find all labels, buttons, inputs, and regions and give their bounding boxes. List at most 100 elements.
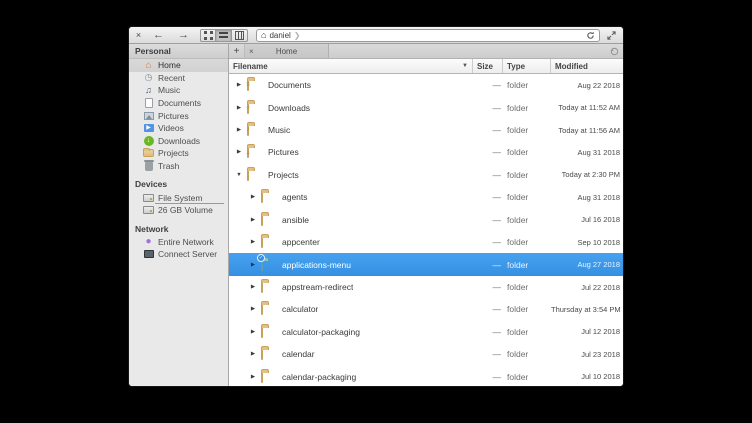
modified-value: Sep 10 2018 bbox=[551, 238, 623, 247]
table-row[interactable]: ▶ ansible — folder Jul 16 2018 bbox=[229, 209, 623, 231]
expander-icon[interactable]: ▶ bbox=[249, 329, 257, 335]
table-row[interactable]: ▶ calendar — folder Jul 23 2018 bbox=[229, 343, 623, 365]
filename-label: appstream-redirect bbox=[282, 282, 353, 292]
home-icon: ⌂ bbox=[143, 60, 154, 71]
tab-home[interactable]: × Home bbox=[245, 44, 329, 58]
table-row[interactable]: ▶ ✓ applications-menu — folder Aug 27 20… bbox=[229, 253, 623, 275]
table-row[interactable]: ▶ calculator — folder Thursday at 3:54 P… bbox=[229, 298, 623, 320]
expander-icon[interactable]: ▶ bbox=[235, 105, 243, 111]
column-view-icon[interactable] bbox=[232, 29, 248, 42]
column-header-modified[interactable]: Modified bbox=[551, 59, 623, 73]
table-row[interactable]: ▶ ○ Downloads — folder Today at 11:52 AM bbox=[229, 96, 623, 118]
expander-icon[interactable]: ▶ bbox=[249, 262, 257, 268]
expander-icon[interactable]: ▼ bbox=[235, 172, 243, 178]
filename-label: applications-menu bbox=[282, 260, 351, 270]
table-row[interactable]: ▶ ▵ Pictures — folder Aug 31 2018 bbox=[229, 141, 623, 163]
column-headers: Filename ▼ Size Type Modified bbox=[229, 59, 623, 74]
expander-icon[interactable]: ▶ bbox=[249, 217, 257, 223]
type-value: folder bbox=[503, 80, 551, 90]
sidebar-item-videos[interactable]: ▶ Videos bbox=[129, 122, 228, 135]
folder-icon bbox=[261, 191, 263, 203]
table-row[interactable]: ▼ Projects — folder Today at 2:30 PM bbox=[229, 164, 623, 186]
folder-icon: ≡ bbox=[247, 79, 249, 91]
folder-icon bbox=[261, 371, 263, 383]
back-button[interactable]: ← bbox=[148, 29, 169, 42]
sidebar-item-26-gb-volume[interactable]: 26 GB Volume bbox=[129, 204, 228, 217]
sidebar-item-documents[interactable]: Documents bbox=[129, 97, 228, 110]
type-value: folder bbox=[503, 372, 551, 382]
pathbar[interactable]: ⌂ daniel ❯ bbox=[256, 29, 600, 42]
table-row[interactable]: ▶ agents — folder Aug 31 2018 bbox=[229, 186, 623, 208]
sidebar-item-recent[interactable]: ◷ Recent bbox=[129, 72, 228, 85]
view-switcher bbox=[200, 29, 248, 42]
folder-icon: ♪ bbox=[247, 124, 249, 136]
column-header-type[interactable]: Type bbox=[503, 59, 551, 73]
new-tab-button[interactable]: + bbox=[229, 44, 245, 58]
folder-icon bbox=[261, 236, 263, 248]
grid-view-icon[interactable] bbox=[200, 29, 216, 42]
filename-label: Downloads bbox=[268, 103, 310, 113]
tab-close-icon[interactable]: × bbox=[249, 47, 259, 56]
column-header-filename[interactable]: Filename ▼ bbox=[229, 59, 473, 73]
folder-icon bbox=[261, 214, 263, 226]
sidebar-item-connect-server[interactable]: Connect Server bbox=[129, 248, 228, 261]
reload-icon[interactable] bbox=[586, 31, 595, 40]
table-row[interactable]: ▶ ≡ Documents — folder Aug 22 2018 bbox=[229, 74, 623, 96]
expander-icon[interactable]: ▶ bbox=[249, 284, 257, 290]
window-close-button[interactable]: × bbox=[133, 30, 144, 41]
size-value: — bbox=[473, 80, 503, 90]
videos-icon: ▶ bbox=[143, 123, 154, 134]
expander-icon[interactable]: ▶ bbox=[249, 194, 257, 200]
sidebar-item-projects[interactable]: Projects bbox=[129, 147, 228, 160]
folder-icon bbox=[261, 348, 263, 360]
sidebar-item-downloads[interactable]: ↓ Downloads bbox=[129, 135, 228, 148]
list-view-icon[interactable] bbox=[216, 29, 232, 42]
size-value: — bbox=[473, 260, 503, 270]
sidebar-item-pictures[interactable]: Pictures bbox=[129, 109, 228, 122]
filename-label: calculator bbox=[282, 304, 318, 314]
folder-icon bbox=[261, 281, 263, 293]
folder-icon bbox=[261, 326, 263, 338]
expander-icon[interactable]: ▶ bbox=[249, 374, 257, 380]
sidebar-item-label: 26 GB Volume bbox=[158, 205, 213, 215]
expander-icon[interactable]: ▶ bbox=[235, 149, 243, 155]
expander-icon[interactable]: ▶ bbox=[235, 82, 243, 88]
toolbar: × ← → ⌂ daniel ❯ bbox=[129, 27, 623, 44]
expander-icon[interactable]: ▶ bbox=[249, 351, 257, 357]
modified-value: Aug 22 2018 bbox=[551, 81, 623, 90]
main-pane: + × Home Filename ▼ Size Type bbox=[229, 44, 623, 386]
column-header-size[interactable]: Size bbox=[473, 59, 503, 73]
modified-value: Jul 16 2018 bbox=[551, 215, 623, 224]
sidebar-item-home[interactable]: ⌂ Home bbox=[129, 59, 228, 72]
maximize-icon[interactable] bbox=[604, 31, 619, 40]
table-row[interactable]: ▶ appcenter — folder Sep 10 2018 bbox=[229, 231, 623, 253]
sidebar-item-label: Documents bbox=[158, 98, 201, 108]
sidebar-item-music[interactable]: ♫ Music bbox=[129, 84, 228, 97]
sidebar-item-label: Entire Network bbox=[158, 237, 214, 247]
server-icon bbox=[143, 249, 154, 260]
table-row[interactable]: ▶ ♪ Music — folder Today at 11:56 AM bbox=[229, 119, 623, 141]
table-row[interactable]: ▶ calculator-packaging — folder Jul 12 2… bbox=[229, 321, 623, 343]
modified-value: Today at 2:30 PM bbox=[551, 170, 623, 179]
sidebar-item-label: File System bbox=[158, 193, 202, 203]
sidebar-item-trash[interactable]: Trash bbox=[129, 160, 228, 173]
table-row[interactable]: ▶ calendar-packaging — folder Jul 10 201… bbox=[229, 365, 623, 386]
breadcrumb-separator-icon: ❯ bbox=[294, 31, 301, 40]
sidebar-item-entire-network[interactable]: ● Entire Network bbox=[129, 236, 228, 249]
forward-button[interactable]: → bbox=[173, 29, 194, 42]
filename-label: calculator-packaging bbox=[282, 327, 360, 337]
type-value: folder bbox=[503, 237, 551, 247]
expander-icon[interactable]: ▶ bbox=[235, 127, 243, 133]
sidebar-item-label: Downloads bbox=[158, 136, 200, 146]
breadcrumb[interactable]: daniel bbox=[269, 31, 290, 40]
type-value: folder bbox=[503, 103, 551, 113]
history-icon[interactable] bbox=[605, 44, 623, 58]
file-manager-window: × ← → ⌂ daniel ❯ bbox=[128, 26, 624, 387]
type-value: folder bbox=[503, 125, 551, 135]
sort-descending-icon: ▼ bbox=[462, 63, 468, 69]
expander-icon[interactable]: ▶ bbox=[249, 239, 257, 245]
type-value: folder bbox=[503, 147, 551, 157]
sidebar-item-label: Trash bbox=[158, 161, 179, 171]
table-row[interactable]: ▶ appstream-redirect — folder Jul 22 201… bbox=[229, 276, 623, 298]
expander-icon[interactable]: ▶ bbox=[249, 306, 257, 312]
